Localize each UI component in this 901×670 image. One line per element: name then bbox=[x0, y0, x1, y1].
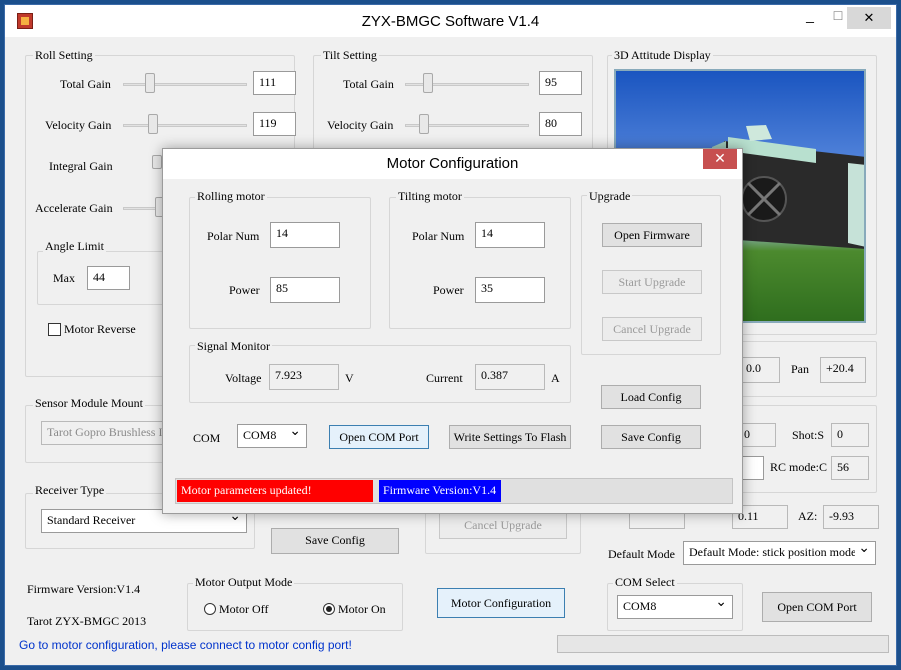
motor-off-label: Motor Off bbox=[219, 602, 269, 616]
max-label: Max bbox=[53, 271, 75, 285]
com-label: COM bbox=[193, 431, 221, 445]
motor-off-radio[interactable] bbox=[204, 603, 216, 615]
motor-on-label: Motor On bbox=[338, 602, 386, 616]
firmware-version-label: Firmware Version:V1.4 bbox=[27, 582, 141, 596]
current-input: 0.387 bbox=[475, 364, 545, 390]
pan-label: Pan bbox=[791, 362, 809, 376]
az-input: -9.93 bbox=[823, 505, 879, 529]
current-label: Current bbox=[426, 371, 463, 385]
shots-label: Shot:S bbox=[792, 428, 825, 442]
roll-velocity-gain-input[interactable]: 119 bbox=[253, 112, 296, 136]
main-save-config-button[interactable]: Save Config bbox=[271, 528, 399, 554]
motor-output-title: Motor Output Mode bbox=[193, 575, 295, 590]
roll-accelerate-gain-label: Accelerate Gain bbox=[35, 201, 113, 215]
rolling-power-input[interactable]: 85 bbox=[270, 277, 340, 303]
dialog-close-button[interactable]: ✕ bbox=[703, 149, 737, 169]
tilting-motor-title: Tilting motor bbox=[396, 189, 464, 204]
main-cancel-upgrade-button[interactable]: Cancel Upgrade bbox=[439, 513, 567, 539]
voltage-unit: V bbox=[345, 371, 354, 385]
title-bar: ZYX-BMGC Software V1.4 _ ☐ ✕ bbox=[5, 5, 896, 37]
mid-empty-input bbox=[740, 456, 764, 480]
dialog-save-config-button[interactable]: Save Config bbox=[601, 425, 701, 449]
tilt-total-gain-label: Total Gain bbox=[343, 77, 394, 91]
signal-monitor-title: Signal Monitor bbox=[195, 339, 273, 354]
dialog-firmware-message: Firmware Version:V1.4 bbox=[379, 480, 501, 502]
rolling-polar-input[interactable]: 14 bbox=[270, 222, 340, 248]
motor-status-message: Motor parameters updated! bbox=[177, 480, 373, 502]
default-mode-value: Default Mode: stick position mode bbox=[689, 545, 855, 559]
start-upgrade-button[interactable]: Start Upgrade bbox=[602, 270, 702, 294]
tilting-polar-label: Polar Num bbox=[412, 229, 465, 243]
attitude-title: 3D Attitude Display bbox=[612, 48, 713, 63]
roll-total-gain-thumb[interactable] bbox=[145, 73, 155, 93]
write-settings-to-flash-button[interactable]: Write Settings To Flash bbox=[449, 425, 571, 449]
voltage-input: 7.923 bbox=[269, 364, 339, 390]
az-label: AZ: bbox=[798, 509, 818, 523]
sensor-mount-title: Sensor Module Mount bbox=[33, 396, 145, 411]
load-config-button[interactable]: Load Config bbox=[601, 385, 701, 409]
tilt-setting-title: Tilt Setting bbox=[321, 48, 379, 63]
shots-input: 0 bbox=[831, 423, 869, 447]
close-button[interactable]: ✕ bbox=[847, 7, 891, 29]
dialog-open-com-port-button[interactable]: Open COM Port bbox=[329, 425, 429, 449]
rolling-polar-label: Polar Num bbox=[207, 229, 260, 243]
rolling-power-label: Power bbox=[229, 283, 260, 297]
roll-setting-title: Roll Setting bbox=[33, 48, 95, 63]
open-com-port-button[interactable]: Open COM Port bbox=[762, 592, 872, 622]
motor-reverse-label: Motor Reverse bbox=[64, 322, 136, 336]
pan-input: +20.4 bbox=[820, 357, 866, 383]
tilt-total-gain-input[interactable]: 95 bbox=[539, 71, 582, 95]
dialog-title: Motor Configuration bbox=[386, 155, 519, 172]
roll-velocity-gain-slider[interactable] bbox=[123, 124, 247, 127]
com-select-dropdown[interactable]: COM8 bbox=[617, 594, 733, 619]
mid-partial-input: 0 bbox=[738, 423, 776, 447]
sensor-mount-select[interactable]: Tarot Gopro Brushless I bbox=[41, 421, 165, 445]
voltage-label: Voltage bbox=[225, 371, 262, 385]
cancel-upgrade-button[interactable]: Cancel Upgrade bbox=[602, 317, 702, 341]
tilt-velocity-gain-thumb[interactable] bbox=[419, 114, 429, 134]
roll-integral-gain-label: Integral Gain bbox=[49, 159, 113, 173]
tilt-velocity-gain-input[interactable]: 80 bbox=[539, 112, 582, 136]
motor-on-radio[interactable] bbox=[323, 603, 335, 615]
receiver-type-title: Receiver Type bbox=[33, 483, 107, 498]
window-title: ZYX-BMGC Software V1.4 bbox=[361, 13, 540, 30]
tilting-motor-group bbox=[389, 197, 571, 329]
roll-total-gain-slider[interactable] bbox=[123, 83, 247, 86]
tilting-power-input[interactable]: 35 bbox=[475, 277, 545, 303]
roll-velocity-gain-label: Velocity Gain bbox=[45, 118, 112, 132]
motor-reverse-checkbox[interactable] bbox=[48, 323, 61, 336]
roll-total-gain-label: Total Gain bbox=[60, 77, 111, 91]
max-input[interactable]: 44 bbox=[87, 266, 130, 290]
dialog-title-bar: Motor Configuration ✕ bbox=[163, 149, 742, 179]
dialog-com-select[interactable]: COM8 bbox=[237, 423, 307, 448]
com-select-title: COM Select bbox=[613, 575, 677, 590]
tilting-polar-input[interactable]: 14 bbox=[475, 222, 545, 248]
rc-mode-input: 56 bbox=[831, 456, 869, 480]
roll-velocity-gain-thumb[interactable] bbox=[148, 114, 158, 134]
upgrade-title: Upgrade bbox=[587, 189, 633, 204]
rolling-motor-group bbox=[189, 197, 371, 329]
minimize-button[interactable]: _ bbox=[795, 7, 825, 31]
default-mode-select[interactable]: Default Mode: stick position mode bbox=[683, 541, 876, 565]
default-mode-label: Default Mode bbox=[608, 547, 675, 561]
attitude-partial-input: 0.0 bbox=[740, 357, 780, 383]
angle-limit-title: Angle Limit bbox=[43, 239, 106, 254]
current-unit: A bbox=[551, 371, 560, 385]
tilt-total-gain-thumb[interactable] bbox=[423, 73, 433, 93]
tilting-power-label: Power bbox=[433, 283, 464, 297]
motor-configuration-dialog: Motor Configuration ✕ Rolling motor Pola… bbox=[162, 148, 743, 514]
status-bar-message: Go to motor configuration, please connec… bbox=[19, 638, 352, 652]
copyright-label: Tarot ZYX-BMGC 2013 bbox=[27, 614, 147, 628]
motor-configuration-button[interactable]: Motor Configuration bbox=[437, 588, 565, 618]
rc-mode-label: RC mode:C bbox=[770, 460, 828, 474]
roll-total-gain-input[interactable]: 111 bbox=[253, 71, 296, 95]
roll-integral-gain-thumb[interactable] bbox=[152, 155, 162, 169]
rolling-motor-title: Rolling motor bbox=[195, 189, 267, 204]
open-firmware-button[interactable]: Open Firmware bbox=[602, 223, 702, 247]
tilt-velocity-gain-label: Velocity Gain bbox=[327, 118, 394, 132]
status-bar-progress bbox=[557, 635, 889, 653]
tilt-setting-group bbox=[313, 55, 593, 155]
